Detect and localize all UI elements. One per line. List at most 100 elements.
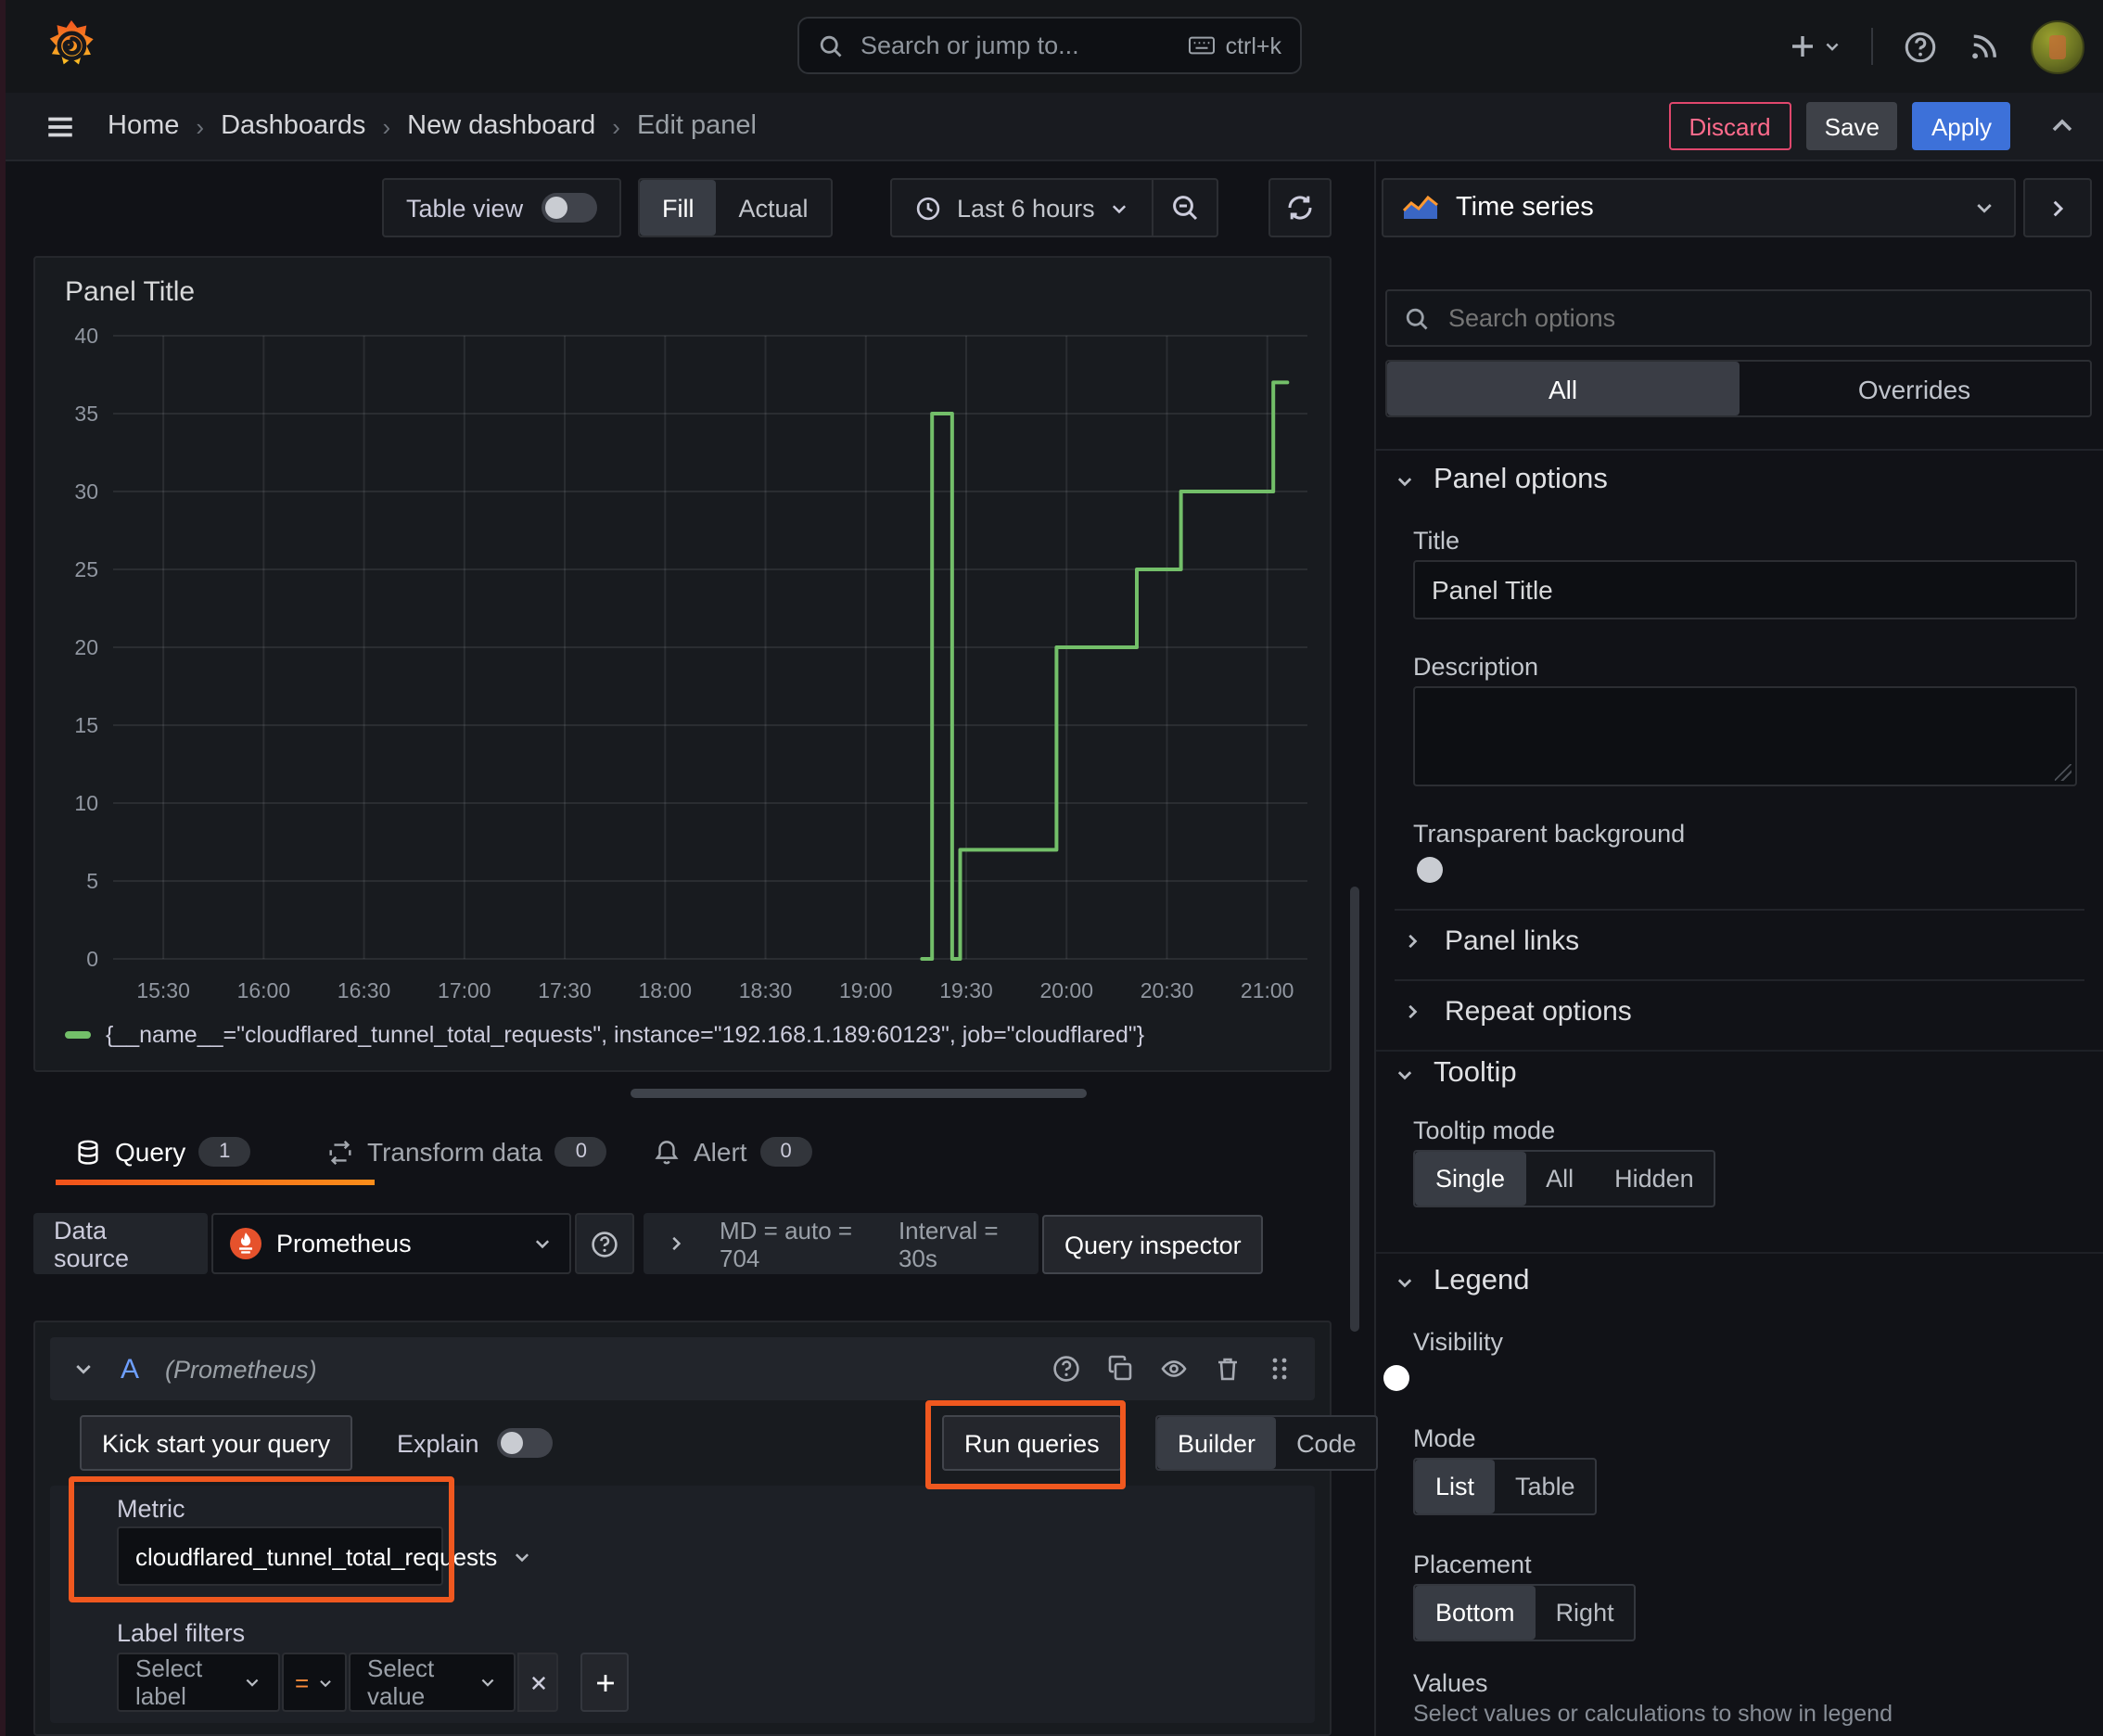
search-icon xyxy=(820,34,842,57)
save-button[interactable]: Save xyxy=(1805,102,1898,150)
tab-transform[interactable]: Transform data 0 xyxy=(326,1124,607,1180)
panel-preview[interactable]: Panel Title 0 5 10 15 20 25 30 35 40 15:30 16:00 16… xyxy=(33,256,1332,1072)
options-search[interactable] xyxy=(1385,289,2092,347)
time-range-picker[interactable]: Last 6 hours xyxy=(892,180,1153,236)
svg-text:15:30: 15:30 xyxy=(136,978,190,1002)
panel-title-input[interactable] xyxy=(1413,560,2077,619)
legend-values-label: Values xyxy=(1413,1669,1488,1697)
apply-button[interactable]: Apply xyxy=(1912,102,2010,150)
chevron-down-icon xyxy=(1397,477,1412,486)
legend-series-label[interactable]: {__name__="cloudflared_tunnel_total_requ… xyxy=(106,1022,1144,1048)
tab-alert[interactable]: Alert 0 xyxy=(653,1124,812,1180)
table-view-toggle[interactable] xyxy=(542,193,598,223)
toggle-options-pane-button[interactable] xyxy=(2023,178,2092,237)
metric-value: cloudflared_tunnel_total_requests xyxy=(135,1542,498,1570)
drag-handle-icon[interactable] xyxy=(1267,1354,1293,1384)
panel-links-title: Panel links xyxy=(1445,925,1580,957)
user-avatar[interactable] xyxy=(2031,19,2084,73)
chevron-down-icon xyxy=(319,1679,330,1687)
discard-button[interactable]: Discard xyxy=(1668,102,1791,150)
run-queries-button[interactable]: Run queries xyxy=(942,1415,1122,1471)
svg-text:16:30: 16:30 xyxy=(338,978,391,1002)
tooltip-single[interactable]: Single xyxy=(1415,1152,1526,1206)
time-series-chart[interactable]: 0 5 10 15 20 25 30 35 40 15:30 16:00 16:30 17:00 17:3… xyxy=(50,321,1319,1015)
tooltip-mode-switch: Single All Hidden xyxy=(1413,1150,1716,1207)
svg-text:5: 5 xyxy=(86,869,98,893)
query-inspector-button[interactable]: Query inspector xyxy=(1042,1215,1264,1274)
tooltip-section-header[interactable]: Tooltip xyxy=(1395,1057,1517,1091)
tooltip-all[interactable]: All xyxy=(1525,1152,1594,1206)
refresh-button[interactable] xyxy=(1268,178,1332,237)
placement-bottom[interactable]: Bottom xyxy=(1415,1586,1536,1640)
repeat-options-section-header[interactable]: Repeat options xyxy=(1402,996,1632,1028)
global-search-input[interactable] xyxy=(857,30,1174,61)
add-filter-button[interactable] xyxy=(580,1653,629,1712)
kick-start-button[interactable]: Kick start your query xyxy=(80,1415,353,1471)
remove-filter-button[interactable] xyxy=(517,1653,558,1712)
description-input[interactable] xyxy=(1413,686,2077,786)
section-divider xyxy=(1376,1252,2103,1254)
options-search-input[interactable] xyxy=(1445,302,2073,334)
duplicate-icon[interactable] xyxy=(1105,1354,1135,1384)
mode-list[interactable]: List xyxy=(1415,1460,1496,1513)
metric-label: Metric xyxy=(117,1495,185,1523)
breadcrumb-new-dashboard[interactable]: New dashboard xyxy=(407,111,595,141)
panel-links-section-header[interactable]: Panel links xyxy=(1402,925,1579,957)
chevron-down-icon[interactable] xyxy=(72,1358,95,1380)
breadcrumb-home[interactable]: Home xyxy=(108,111,179,141)
operator-dropdown[interactable]: = xyxy=(282,1653,347,1712)
chevron-down-icon xyxy=(535,1240,550,1249)
divider xyxy=(1395,979,2084,981)
panel-resize-handle[interactable] xyxy=(631,1089,1087,1098)
visualization-picker[interactable]: Time series xyxy=(1382,178,2016,237)
help-icon[interactable] xyxy=(1052,1354,1081,1384)
top-bar: ctrl+k xyxy=(0,0,2103,95)
actual-option[interactable]: Actual xyxy=(717,180,831,236)
legend-series-swatch[interactable] xyxy=(65,1031,91,1039)
scrollbar-thumb[interactable] xyxy=(1350,887,1359,1332)
filter-overrides[interactable]: Overrides xyxy=(1739,362,2090,415)
keyboard-icon xyxy=(1188,36,1215,55)
tab-alert-count: 0 xyxy=(759,1137,812,1167)
datasource-help-button[interactable] xyxy=(575,1213,634,1274)
placement-right[interactable]: Right xyxy=(1536,1586,1635,1640)
datasource-picker[interactable]: Prometheus xyxy=(211,1213,571,1274)
query-options-row[interactable]: MD = auto = 704 Interval = 30s xyxy=(644,1213,1039,1274)
chevron-down-icon xyxy=(246,1679,259,1687)
metric-select[interactable]: cloudflared_tunnel_total_requests xyxy=(117,1526,529,1586)
tooltip-mode-label: Tooltip mode xyxy=(1413,1117,1556,1144)
table-view-control: Table view xyxy=(382,178,622,237)
trash-icon[interactable] xyxy=(1213,1354,1243,1384)
menu-icon[interactable] xyxy=(45,110,76,142)
select-value-dropdown[interactable]: Select value xyxy=(349,1653,516,1712)
zoom-out-button[interactable] xyxy=(1154,180,1217,236)
filter-all[interactable]: All xyxy=(1387,362,1739,415)
grafana-logo-icon[interactable] xyxy=(43,17,100,74)
builder-option[interactable]: Builder xyxy=(1157,1417,1277,1469)
mode-table[interactable]: Table xyxy=(1495,1460,1596,1513)
svg-text:17:00: 17:00 xyxy=(438,978,491,1002)
tab-query[interactable]: Query 1 xyxy=(74,1124,251,1180)
hide-response-icon[interactable] xyxy=(1159,1354,1189,1384)
news-icon[interactable] xyxy=(1968,30,2001,63)
window-edge xyxy=(0,0,6,1736)
pane-divider[interactable] xyxy=(1374,160,1376,1736)
select-value-placeholder: Select value xyxy=(367,1654,435,1710)
fill-option[interactable]: Fill xyxy=(640,180,717,236)
tooltip-title: Tooltip xyxy=(1434,1057,1517,1089)
resize-handle[interactable] xyxy=(2055,764,2071,781)
explain-toggle[interactable] xyxy=(497,1428,554,1458)
collapse-icon[interactable] xyxy=(2047,111,2077,141)
query-ref-id[interactable]: A xyxy=(121,1353,139,1385)
legend-section-header[interactable]: Legend xyxy=(1395,1265,1529,1298)
select-label-dropdown[interactable]: Select label xyxy=(117,1653,280,1712)
query-row-header[interactable]: A (Prometheus) xyxy=(50,1337,1315,1400)
tooltip-hidden[interactable]: Hidden xyxy=(1594,1152,1714,1206)
code-option[interactable]: Code xyxy=(1276,1417,1377,1469)
breadcrumb-dashboards[interactable]: Dashboards xyxy=(221,111,365,141)
help-icon[interactable] xyxy=(1903,29,1938,64)
global-search[interactable]: ctrl+k xyxy=(797,17,1302,74)
legend-placement-switch: Bottom Right xyxy=(1413,1584,1637,1641)
panel-options-section-header[interactable]: Panel options xyxy=(1395,464,1608,497)
add-button[interactable] xyxy=(1788,32,1842,61)
